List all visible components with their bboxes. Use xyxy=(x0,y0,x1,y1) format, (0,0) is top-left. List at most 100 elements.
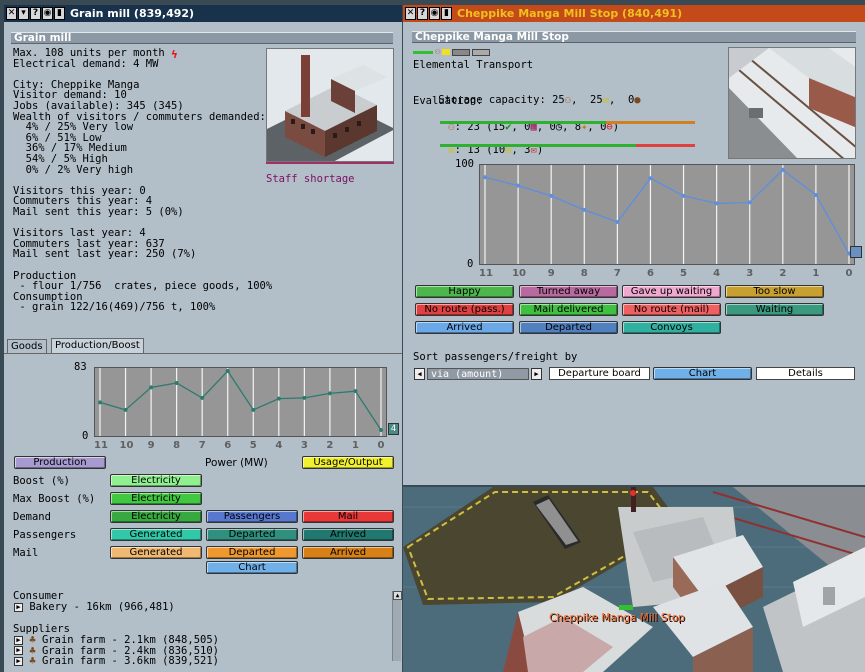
chart-x-tick: 6 xyxy=(224,440,232,451)
factory-image xyxy=(266,48,394,162)
scroll-up-icon[interactable]: ▲ xyxy=(393,591,402,600)
chart-x-ticks: 11 10 9 8 7 6 5 4 3 2 1 0 xyxy=(403,268,865,281)
goto-arrow-icon[interactable]: ▶ xyxy=(14,646,23,655)
legend-happy[interactable]: Happy xyxy=(415,285,514,298)
demand-electricity-button[interactable]: Electricity xyxy=(110,510,202,523)
max-boost-electricity-button[interactable]: Electricity xyxy=(110,492,202,505)
supplier-row[interactable]: ▶ ♣ Grain farm - 3.6km (839,521) xyxy=(14,656,219,667)
mail-generated-button[interactable]: Generated xyxy=(110,546,202,559)
right-titlebar[interactable]: ✕ ? ◉ ▮ Cheppike Manga Mill Stop (840,49… xyxy=(403,5,865,22)
goto-arrow-icon[interactable]: ▶ xyxy=(14,656,23,666)
legend-waiting[interactable]: Waiting xyxy=(725,303,824,316)
max-boost-label: Max Boost (%) xyxy=(13,493,96,505)
legend-turned-away[interactable]: Turned away xyxy=(519,285,618,298)
game-map[interactable]: Cheppike Manga Mill Stop xyxy=(403,487,865,672)
power-label: Power (MW) xyxy=(205,457,268,469)
eval-pass-bar-green xyxy=(440,121,606,124)
supplier-item: Grain farm - 3.6km (839,521) xyxy=(41,655,219,667)
eval-mail-bar-green xyxy=(440,144,636,147)
lightning-icon: ϟ xyxy=(171,48,178,61)
left-titlebar[interactable]: ✕ ▾ ? ◉ ▮ Grain mill (839,492) xyxy=(4,5,402,22)
passenger-icon: ⚇ xyxy=(435,47,441,57)
station-map-label[interactable]: Cheppike Manga Mill Stop xyxy=(549,613,685,624)
window-title: Cheppike Manga Mill Stop (840,491) xyxy=(457,7,683,20)
station-type-icons: ⚇ xyxy=(413,47,491,57)
chart-point xyxy=(225,369,230,373)
chart-point xyxy=(302,395,307,400)
legend-no-route-pass[interactable]: No route (pass.) xyxy=(415,303,514,316)
details-button[interactable]: Details xyxy=(756,367,855,380)
passengers-generated-button[interactable]: Generated xyxy=(110,528,202,541)
demand-mail-button[interactable]: Mail xyxy=(302,510,394,523)
info-line: Jobs (available): 345 (345) xyxy=(13,100,184,112)
passengers-label: Passengers xyxy=(13,529,77,541)
staff-shortage-bar xyxy=(266,162,394,164)
chart-x-tick: 10 xyxy=(119,440,134,451)
info-line: 0% / 2% Very high xyxy=(13,163,134,176)
eye-icon[interactable]: ◉ xyxy=(42,7,53,20)
chart-x-tick: 0 xyxy=(845,268,853,279)
goto-arrow-icon[interactable]: ▶ xyxy=(14,635,23,645)
legend-arrived[interactable]: Arrived xyxy=(415,321,514,334)
sort-select[interactable]: via (amount) xyxy=(427,368,529,380)
usage-output-button[interactable]: Usage/Output xyxy=(302,456,394,469)
departure-board-button[interactable]: Departure board xyxy=(549,367,650,380)
mail-departed-button[interactable]: Departed xyxy=(206,546,298,559)
legend-no-route-mail[interactable]: No route (mail) xyxy=(622,303,721,316)
legend-mail-delivered[interactable]: Mail delivered xyxy=(519,303,618,316)
chart-x-tick: 7 xyxy=(198,440,206,451)
mail-arrived-button[interactable]: Arrived xyxy=(302,546,394,559)
legend-too-slow[interactable]: Too slow xyxy=(725,285,824,298)
station-chart xyxy=(479,164,855,265)
legend-departed[interactable]: Departed xyxy=(519,321,618,334)
section-header: Cheppike Manga Mill Stop xyxy=(412,31,856,43)
suppliers-label: Suppliers xyxy=(13,623,70,635)
chart-ytick-min: 0 xyxy=(467,258,474,270)
chart-point xyxy=(780,167,785,172)
close-icon[interactable]: ✕ xyxy=(405,7,416,20)
sort-prev-icon[interactable]: ◀ xyxy=(414,368,425,380)
chart-ytick-min: 0 xyxy=(82,430,89,442)
close-icon[interactable]: ✕ xyxy=(6,7,17,20)
passengers-arrived-button[interactable]: Arrived xyxy=(302,528,394,541)
pin-icon[interactable]: ▮ xyxy=(54,7,65,20)
boost-electricity-button[interactable]: Electricity xyxy=(110,474,202,487)
demand-passengers-button[interactable]: Passengers xyxy=(206,510,298,523)
production-button[interactable]: Production xyxy=(14,456,106,469)
help-icon[interactable]: ? xyxy=(417,7,428,20)
eval-pass-bar-orange xyxy=(606,121,695,124)
green-status-bar xyxy=(413,50,433,54)
scrollbar[interactable]: ▲ xyxy=(392,591,402,661)
boost-label: Boost (%) xyxy=(13,475,70,487)
chart-point xyxy=(123,407,128,412)
tab-goods[interactable]: Goods xyxy=(7,339,47,353)
goto-arrow-icon[interactable]: ▶ xyxy=(14,602,23,612)
info-line: Electrical demand: 4 MW xyxy=(13,57,159,70)
chart-series-line xyxy=(484,169,850,254)
tab-production-boost[interactable]: Production/Boost xyxy=(51,338,144,353)
chart-button[interactable]: Chart xyxy=(206,561,298,574)
chart-x-tick: 7 xyxy=(613,268,621,279)
chart-x-tick: 0 xyxy=(377,440,385,451)
chart-point xyxy=(648,176,653,181)
chart-x-tick: 9 xyxy=(547,268,555,279)
section-header: Grain mill xyxy=(11,32,393,44)
chart-toggle-button[interactable]: Chart xyxy=(653,367,752,380)
consumer-row[interactable]: ▶ Bakery - 16km (966,481) xyxy=(14,601,175,613)
info-line: 54% / 5% High xyxy=(13,153,108,165)
chart-point xyxy=(276,396,281,401)
passengers-departed-button[interactable]: Departed xyxy=(206,528,298,541)
help-icon[interactable]: ? xyxy=(30,7,41,20)
legend-convoys[interactable]: Convoys xyxy=(622,321,721,334)
chart-point xyxy=(582,207,587,212)
station-image xyxy=(728,47,856,159)
staff-shortage-text: Staff shortage xyxy=(266,173,355,185)
pin-icon[interactable]: ▮ xyxy=(441,7,452,20)
chart-point xyxy=(483,175,487,180)
chart-x-tick: 2 xyxy=(779,268,787,279)
chart-side-handle[interactable] xyxy=(850,246,862,258)
legend-gave-up-waiting[interactable]: Gave up waiting xyxy=(622,285,721,298)
eye-icon[interactable]: ◉ xyxy=(429,7,440,20)
sort-next-icon[interactable]: ▶ xyxy=(531,368,542,380)
minimize-icon[interactable]: ▾ xyxy=(18,7,29,20)
